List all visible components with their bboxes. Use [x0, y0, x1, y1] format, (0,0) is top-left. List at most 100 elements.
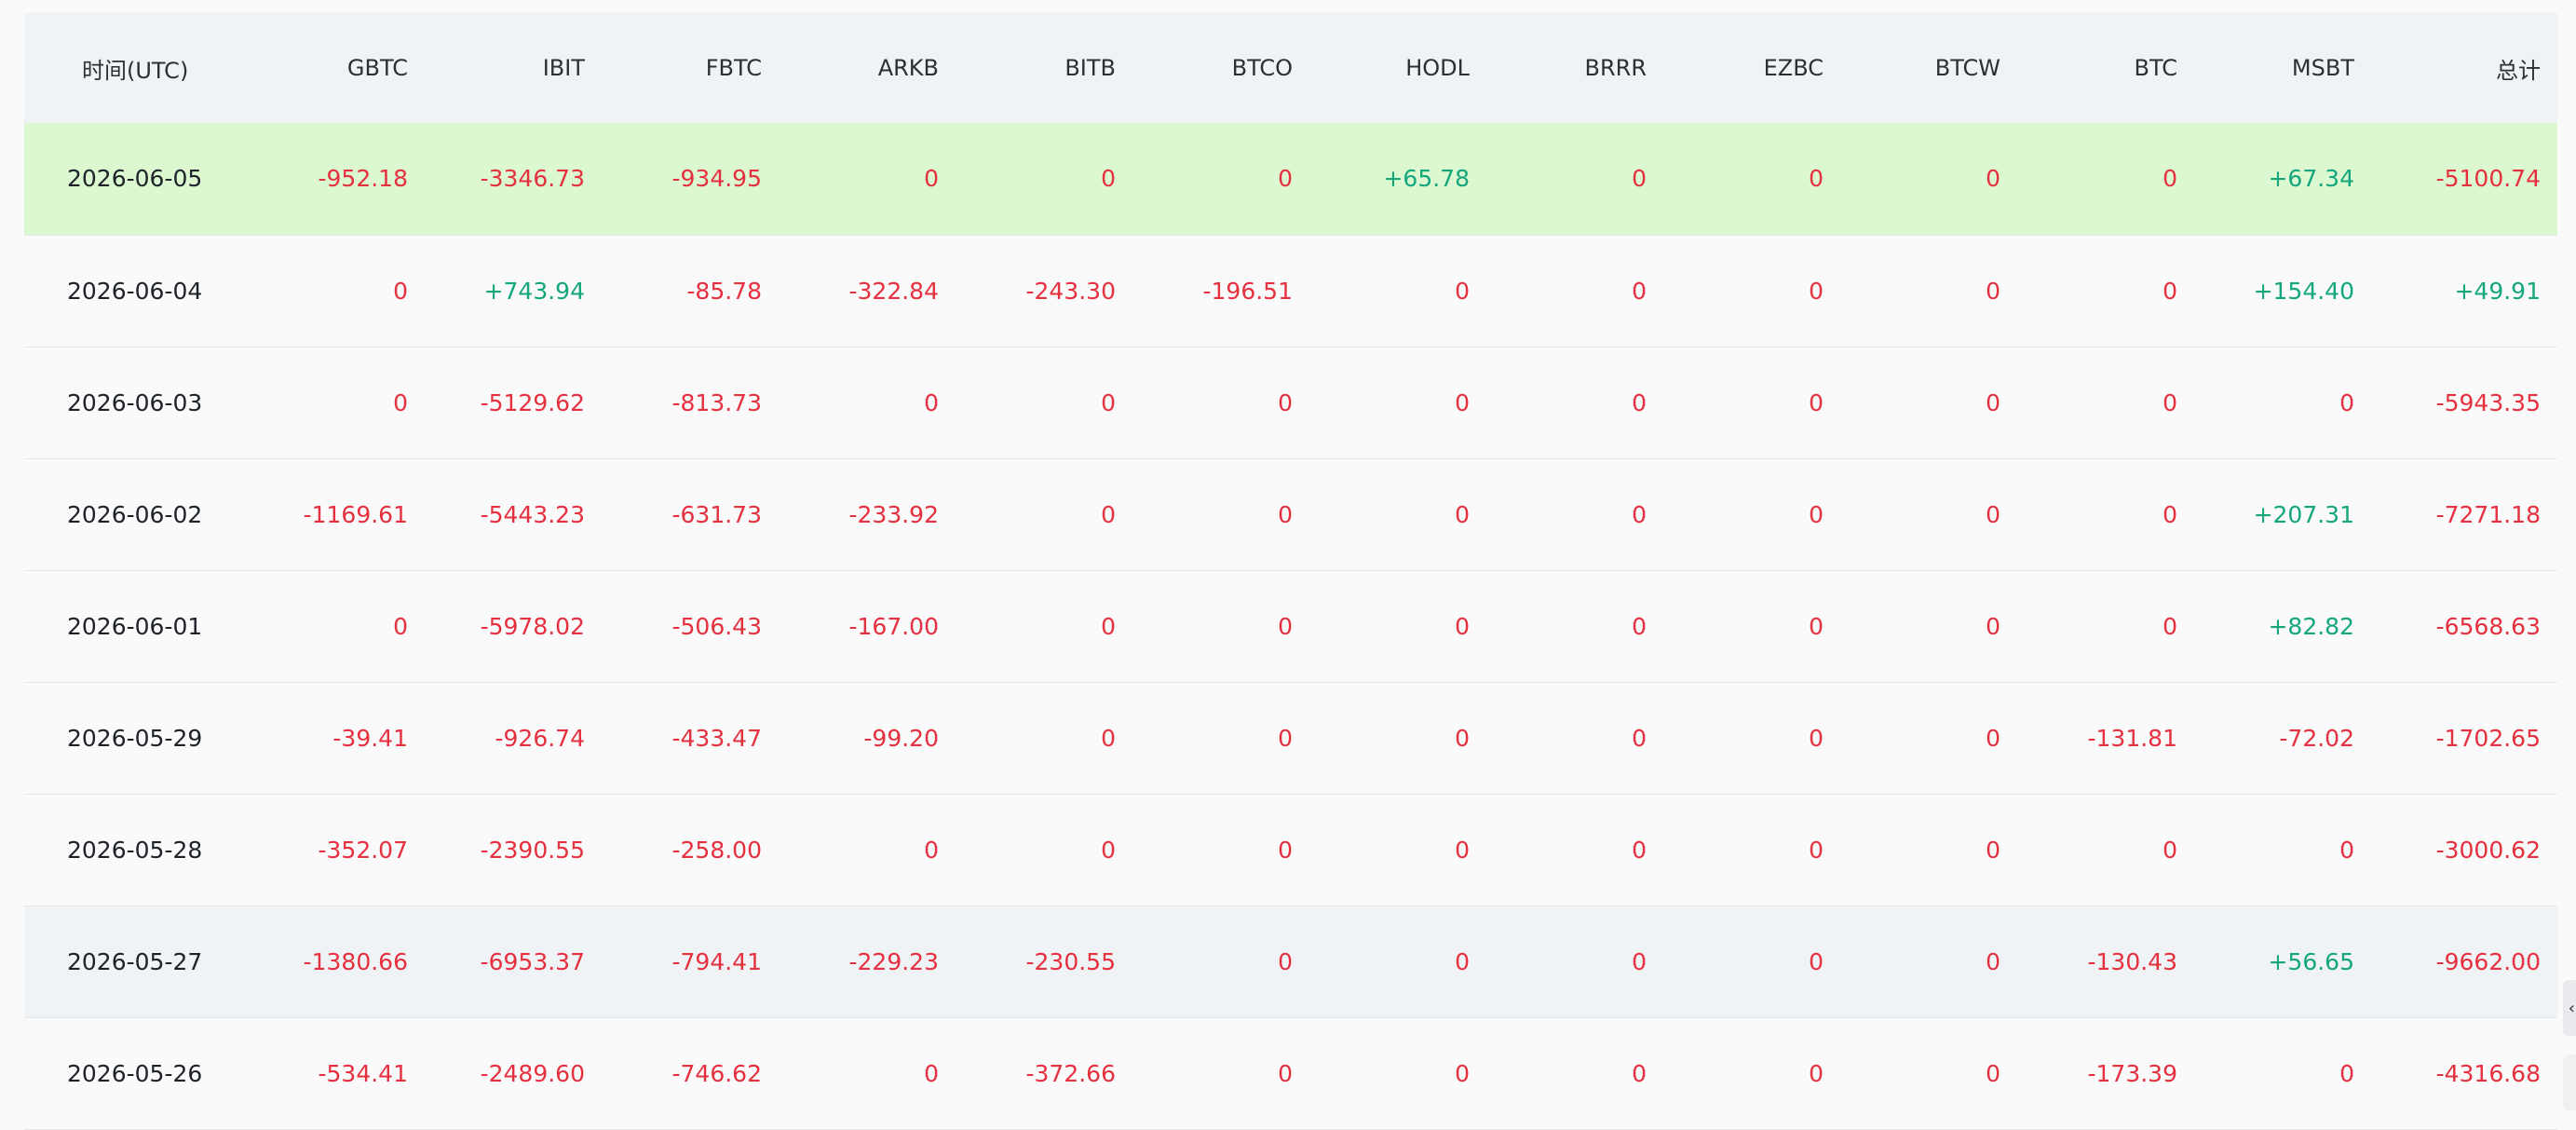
cell-hodl: +65.78 — [1383, 165, 1470, 193]
header-hodl[interactable]: HODL — [1309, 13, 1486, 123]
cell-arkb: -229.23 — [848, 947, 940, 975]
cell-brrr: 0 — [1632, 947, 1647, 975]
cell-fbtc: -813.73 — [671, 388, 763, 416]
cell-btcw: 0 — [1986, 947, 2000, 975]
cell-bitb: 0 — [1101, 165, 1116, 193]
cell-total: -6568.63 — [2435, 612, 2541, 640]
cell-arkb: -167.00 — [848, 612, 940, 640]
cell-bitb: 0 — [1101, 500, 1116, 528]
cell-total: -9662.00 — [2435, 947, 2541, 975]
cell-arkb: -233.92 — [848, 500, 940, 528]
cell-gbtc: -39.41 — [332, 724, 408, 752]
side-scroll-handle-lower[interactable] — [2563, 1055, 2576, 1110]
etf-flow-table: 时间(UTC) GBTC IBIT FBTC ARKB BITB BTCO HO… — [24, 13, 2557, 1130]
table-row[interactable]: 2026-05-26 -534.41 -2489.60 -746.62 0 -372.66… — [24, 1017, 2557, 1129]
cell-gbtc: -1169.61 — [303, 500, 408, 528]
cell-btco: 0 — [1278, 500, 1293, 528]
header-brrr[interactable]: BRRR — [1486, 13, 1663, 123]
etf-flow-table-container: 时间(UTC) GBTC IBIT FBTC ARKB BITB BTCO HO… — [24, 13, 2557, 1130]
cell-ezbc: 0 — [1809, 165, 1824, 193]
cell-ezbc: 0 — [1809, 612, 1824, 640]
table-row[interactable]: 2026-05-28 -352.07 -2390.55 -258.00 0 0 0 0 0 0 0 0… — [24, 794, 2557, 905]
table-row[interactable]: 2026-06-04 0 +743.94 -85.78 -322.84 -243.30 -1… — [24, 235, 2557, 347]
header-bitb[interactable]: BITB — [956, 13, 1132, 123]
table-row[interactable]: 2026-05-27 -1380.66 -6953.37 -794.41 -229.23… — [24, 905, 2557, 1017]
row-date: 2026-06-04 — [67, 277, 203, 305]
header-btcw[interactable]: BTCW — [1840, 13, 2017, 123]
cell-btco: 0 — [1278, 388, 1293, 416]
cell-msbt: 0 — [2339, 1059, 2354, 1087]
header-date[interactable]: 时间(UTC) — [24, 13, 248, 123]
cell-ezbc: 0 — [1809, 836, 1824, 864]
cell-msbt: 0 — [2339, 388, 2354, 416]
header-msbt[interactable]: MSBT — [2194, 13, 2371, 123]
table-row[interactable]: 2026-06-03 0 -5129.62 -813.73 0 0 0 0 0 0 0 0 0 -5943… — [24, 347, 2557, 458]
cell-ibit: -926.74 — [495, 724, 586, 752]
cell-hodl: 0 — [1455, 1059, 1470, 1087]
header-btc[interactable]: BTC — [2017, 13, 2194, 123]
cell-ezbc: 0 — [1809, 724, 1824, 752]
cell-btco: 0 — [1278, 612, 1293, 640]
cell-ibit: -5443.23 — [480, 500, 585, 528]
cell-bitb: -243.30 — [1025, 277, 1117, 305]
cell-bitb: 0 — [1101, 724, 1116, 752]
cell-total: -1702.65 — [2435, 724, 2541, 752]
cell-ibit: -6953.37 — [480, 947, 585, 975]
cell-brrr: 0 — [1632, 388, 1647, 416]
row-date: 2026-06-05 — [67, 165, 203, 193]
cell-total: -5100.74 — [2435, 165, 2541, 193]
cell-btcw: 0 — [1986, 836, 2000, 864]
cell-msbt: +67.34 — [2268, 165, 2354, 193]
cell-ezbc: 0 — [1809, 277, 1824, 305]
cell-btco: 0 — [1278, 836, 1293, 864]
cell-arkb: 0 — [924, 836, 939, 864]
cell-ezbc: 0 — [1809, 1059, 1824, 1087]
cell-brrr: 0 — [1632, 1059, 1647, 1087]
cell-btc: 0 — [2162, 165, 2177, 193]
cell-total: +49.91 — [2454, 277, 2541, 305]
cell-hodl: 0 — [1455, 277, 1470, 305]
cell-hodl: 0 — [1455, 500, 1470, 528]
header-gbtc[interactable]: GBTC — [248, 13, 425, 123]
cell-btc: 0 — [2162, 388, 2177, 416]
cell-btcw: 0 — [1986, 1059, 2000, 1087]
table-row[interactable]: 2026-06-05 -952.18 -3346.73 -934.95 0 0 0 +65.7… — [24, 123, 2557, 235]
header-btco[interactable]: BTCO — [1132, 13, 1309, 123]
header-total[interactable]: 总计 — [2371, 13, 2557, 123]
row-date: 2026-05-27 — [67, 947, 203, 975]
cell-total: -7271.18 — [2435, 500, 2541, 528]
cell-bitb: 0 — [1101, 388, 1116, 416]
cell-gbtc: -1380.66 — [303, 947, 408, 975]
header-fbtc[interactable]: FBTC — [602, 13, 779, 123]
header-ezbc[interactable]: EZBC — [1663, 13, 1840, 123]
cell-btc: -130.43 — [2087, 947, 2178, 975]
cell-btc: -173.39 — [2087, 1059, 2178, 1087]
cell-hodl: 0 — [1455, 612, 1470, 640]
cell-btc: 0 — [2162, 612, 2177, 640]
cell-gbtc: -352.07 — [318, 836, 409, 864]
cell-brrr: 0 — [1632, 277, 1647, 305]
row-date: 2026-06-03 — [67, 388, 203, 416]
cell-msbt: +154.40 — [2253, 277, 2354, 305]
table-row[interactable]: 2026-05-29 -39.41 -926.74 -433.47 -99.20 0 0 0 0… — [24, 682, 2557, 794]
row-date: 2026-06-01 — [67, 612, 203, 640]
table-row[interactable]: 2026-06-02 -1169.61 -5443.23 -631.73 -233.92… — [24, 458, 2557, 570]
cell-msbt: +56.65 — [2268, 947, 2354, 975]
row-date: 2026-05-28 — [67, 836, 203, 864]
cell-btcw: 0 — [1986, 165, 2000, 193]
cell-fbtc: -258.00 — [671, 836, 763, 864]
cell-fbtc: -433.47 — [671, 724, 763, 752]
table-row[interactable]: 2026-06-01 0 -5978.02 -506.43 -167.00 0 0 0 0 0 0 0… — [24, 570, 2557, 682]
cell-btco: 0 — [1278, 724, 1293, 752]
row-date: 2026-05-29 — [67, 724, 203, 752]
header-arkb[interactable]: ARKB — [779, 13, 956, 123]
cell-btcw: 0 — [1986, 388, 2000, 416]
table-header-row: 时间(UTC) GBTC IBIT FBTC ARKB BITB BTCO HO… — [24, 13, 2557, 123]
chevron-left-icon[interactable]: ‹ — [2569, 999, 2575, 1018]
cell-btc: 0 — [2162, 277, 2177, 305]
cell-bitb: -230.55 — [1025, 947, 1117, 975]
cell-gbtc: 0 — [393, 388, 408, 416]
header-ibit[interactable]: IBIT — [425, 13, 602, 123]
cell-btcw: 0 — [1986, 612, 2000, 640]
cell-msbt: +207.31 — [2253, 500, 2354, 528]
